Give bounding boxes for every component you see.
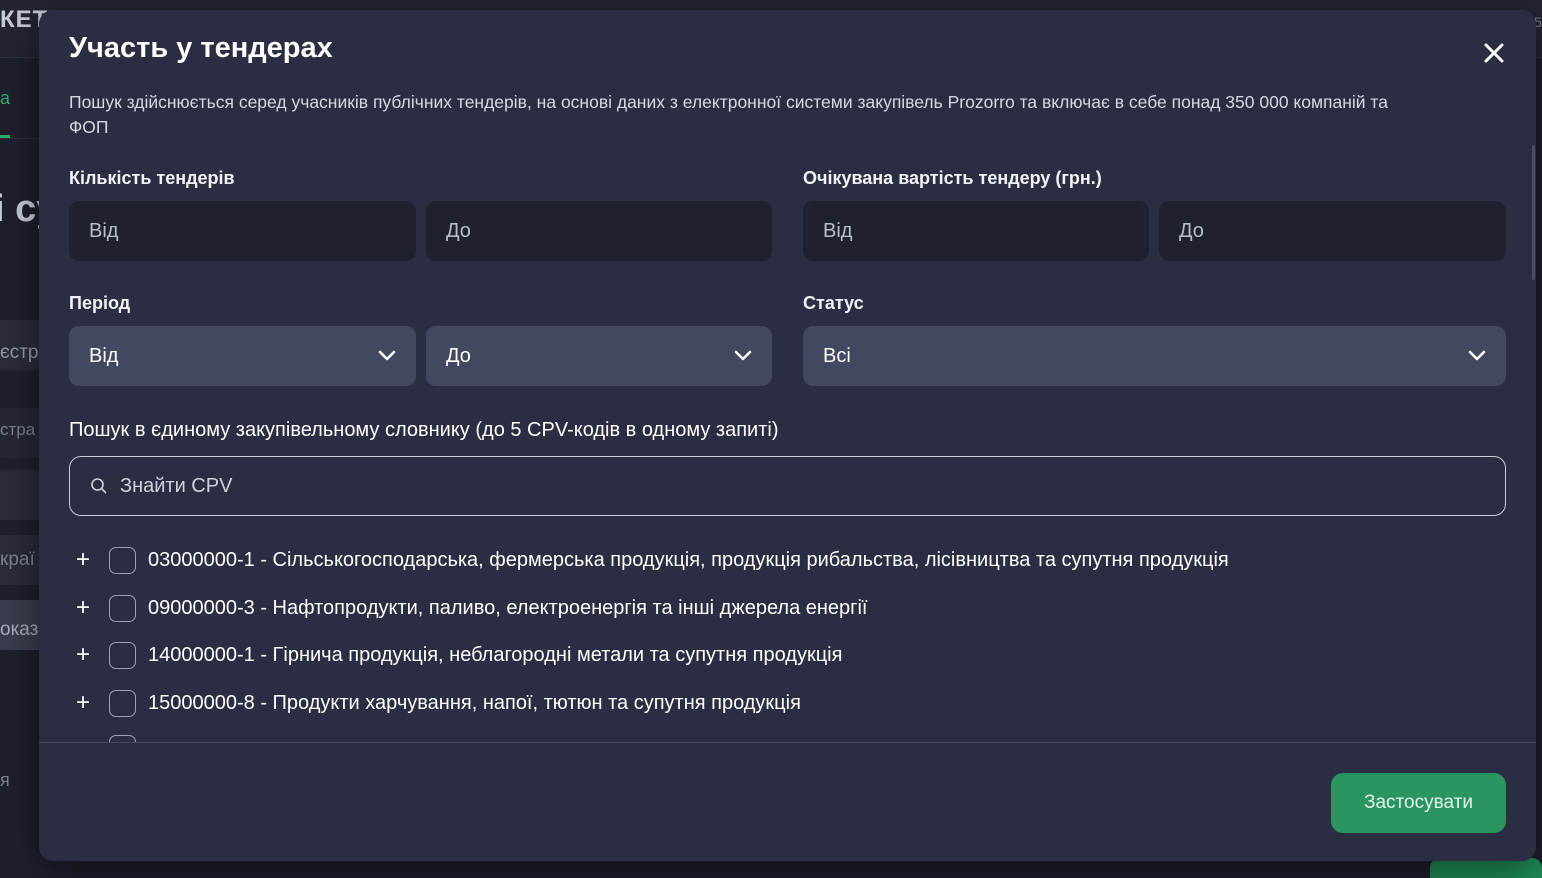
expand-button[interactable]: + xyxy=(69,691,97,715)
background-fragment: єстр xyxy=(0,342,39,363)
period-to-select[interactable]: До xyxy=(426,326,772,386)
modal-description: Пошук здійснюється серед учасників публі… xyxy=(69,92,1388,137)
period-to-value: До xyxy=(446,344,471,367)
tender-filter-modal: Участь у тендерах Пошук здійснюється сер… xyxy=(39,10,1536,861)
list-item: + 15000000-8 - Продукти харчування, напо… xyxy=(69,688,801,718)
expected-value-to-placeholder: До xyxy=(1179,219,1204,242)
background-fragment: краї xyxy=(0,549,35,570)
tenders-count-to-input[interactable]: До xyxy=(426,201,772,261)
status-label: Статус xyxy=(803,293,864,313)
expected-value-label: Очікувана вартість тендеру (грн.) xyxy=(803,168,1102,188)
background-fragment: оказ xyxy=(0,619,39,640)
search-icon xyxy=(91,478,107,494)
period-from-value: Від xyxy=(89,344,119,367)
close-icon xyxy=(1484,43,1504,63)
status-value: Всі xyxy=(823,344,851,367)
plus-icon: + xyxy=(75,641,90,668)
apply-button[interactable]: Застосувати xyxy=(1331,773,1506,833)
expected-value-from-input[interactable]: Від xyxy=(803,201,1149,261)
background-fragment: а xyxy=(0,88,11,108)
list-item: + 14000000-1 - Гірнича продукція, неблаг… xyxy=(69,640,842,670)
expand-button[interactable]: + xyxy=(69,548,97,572)
period-from-select[interactable]: Від xyxy=(69,326,416,386)
list-item-partial: + xyxy=(69,733,136,742)
cpv-search-input[interactable] xyxy=(120,474,1420,498)
background-divider xyxy=(0,138,40,139)
background-fragment: я xyxy=(0,770,10,790)
footer-divider xyxy=(39,742,1536,743)
period-label: Період xyxy=(69,293,131,313)
modal-title: Участь у тендерах xyxy=(69,32,333,64)
cpv-checkbox[interactable] xyxy=(109,641,136,669)
status-select[interactable]: Всі xyxy=(803,326,1506,386)
cpv-item-label: 15000000-8 - Продукти харчування, напої,… xyxy=(148,691,801,714)
background-green-button xyxy=(1430,858,1542,878)
list-item: + 03000000-1 - Сільськогосподарська, фер… xyxy=(69,545,1229,575)
plus-icon: + xyxy=(75,594,90,621)
tenders-count-to-placeholder: До xyxy=(446,219,471,242)
expand-button[interactable]: + xyxy=(69,643,97,667)
background-fragment: стра xyxy=(0,420,36,439)
expected-value-from-placeholder: Від xyxy=(823,219,853,242)
background-block xyxy=(0,470,40,520)
chevron-down-icon xyxy=(378,350,396,361)
plus-icon: + xyxy=(75,689,90,716)
expected-value-to-input[interactable]: До xyxy=(1159,201,1506,261)
expand-button[interactable]: + xyxy=(69,596,97,620)
cpv-item-label: 09000000-3 - Нафтопродукти, паливо, елек… xyxy=(148,596,868,619)
chevron-down-icon xyxy=(734,350,752,361)
cpv-search-box xyxy=(69,456,1506,516)
cpv-checkbox[interactable] xyxy=(109,689,136,717)
cpv-item-label: 14000000-1 - Гірнича продукція, неблагор… xyxy=(148,643,843,666)
plus-icon: + xyxy=(75,546,90,573)
cpv-item-label: 03000000-1 - Сільськогосподарська, ферме… xyxy=(148,548,1229,571)
tenders-count-from-input[interactable]: Від xyxy=(69,201,416,261)
cpv-checkbox[interactable] xyxy=(109,594,136,622)
cpv-checkbox[interactable] xyxy=(109,546,136,574)
cpv-list: + 03000000-1 - Сільськогосподарська, фер… xyxy=(69,540,1506,742)
chevron-down-icon xyxy=(1468,350,1486,361)
list-item: + 09000000-3 - Нафтопродукти, паливо, ел… xyxy=(69,593,867,623)
cpv-checkbox[interactable] xyxy=(109,734,136,742)
tenders-count-from-placeholder: Від xyxy=(89,219,119,242)
tenders-count-label: Кількість тендерів xyxy=(69,168,235,188)
modal-scrollbar[interactable] xyxy=(1532,145,1535,280)
close-button[interactable] xyxy=(1479,38,1509,68)
cpv-search-label: Пошук в єдиному закупівельному словнику … xyxy=(69,419,779,441)
